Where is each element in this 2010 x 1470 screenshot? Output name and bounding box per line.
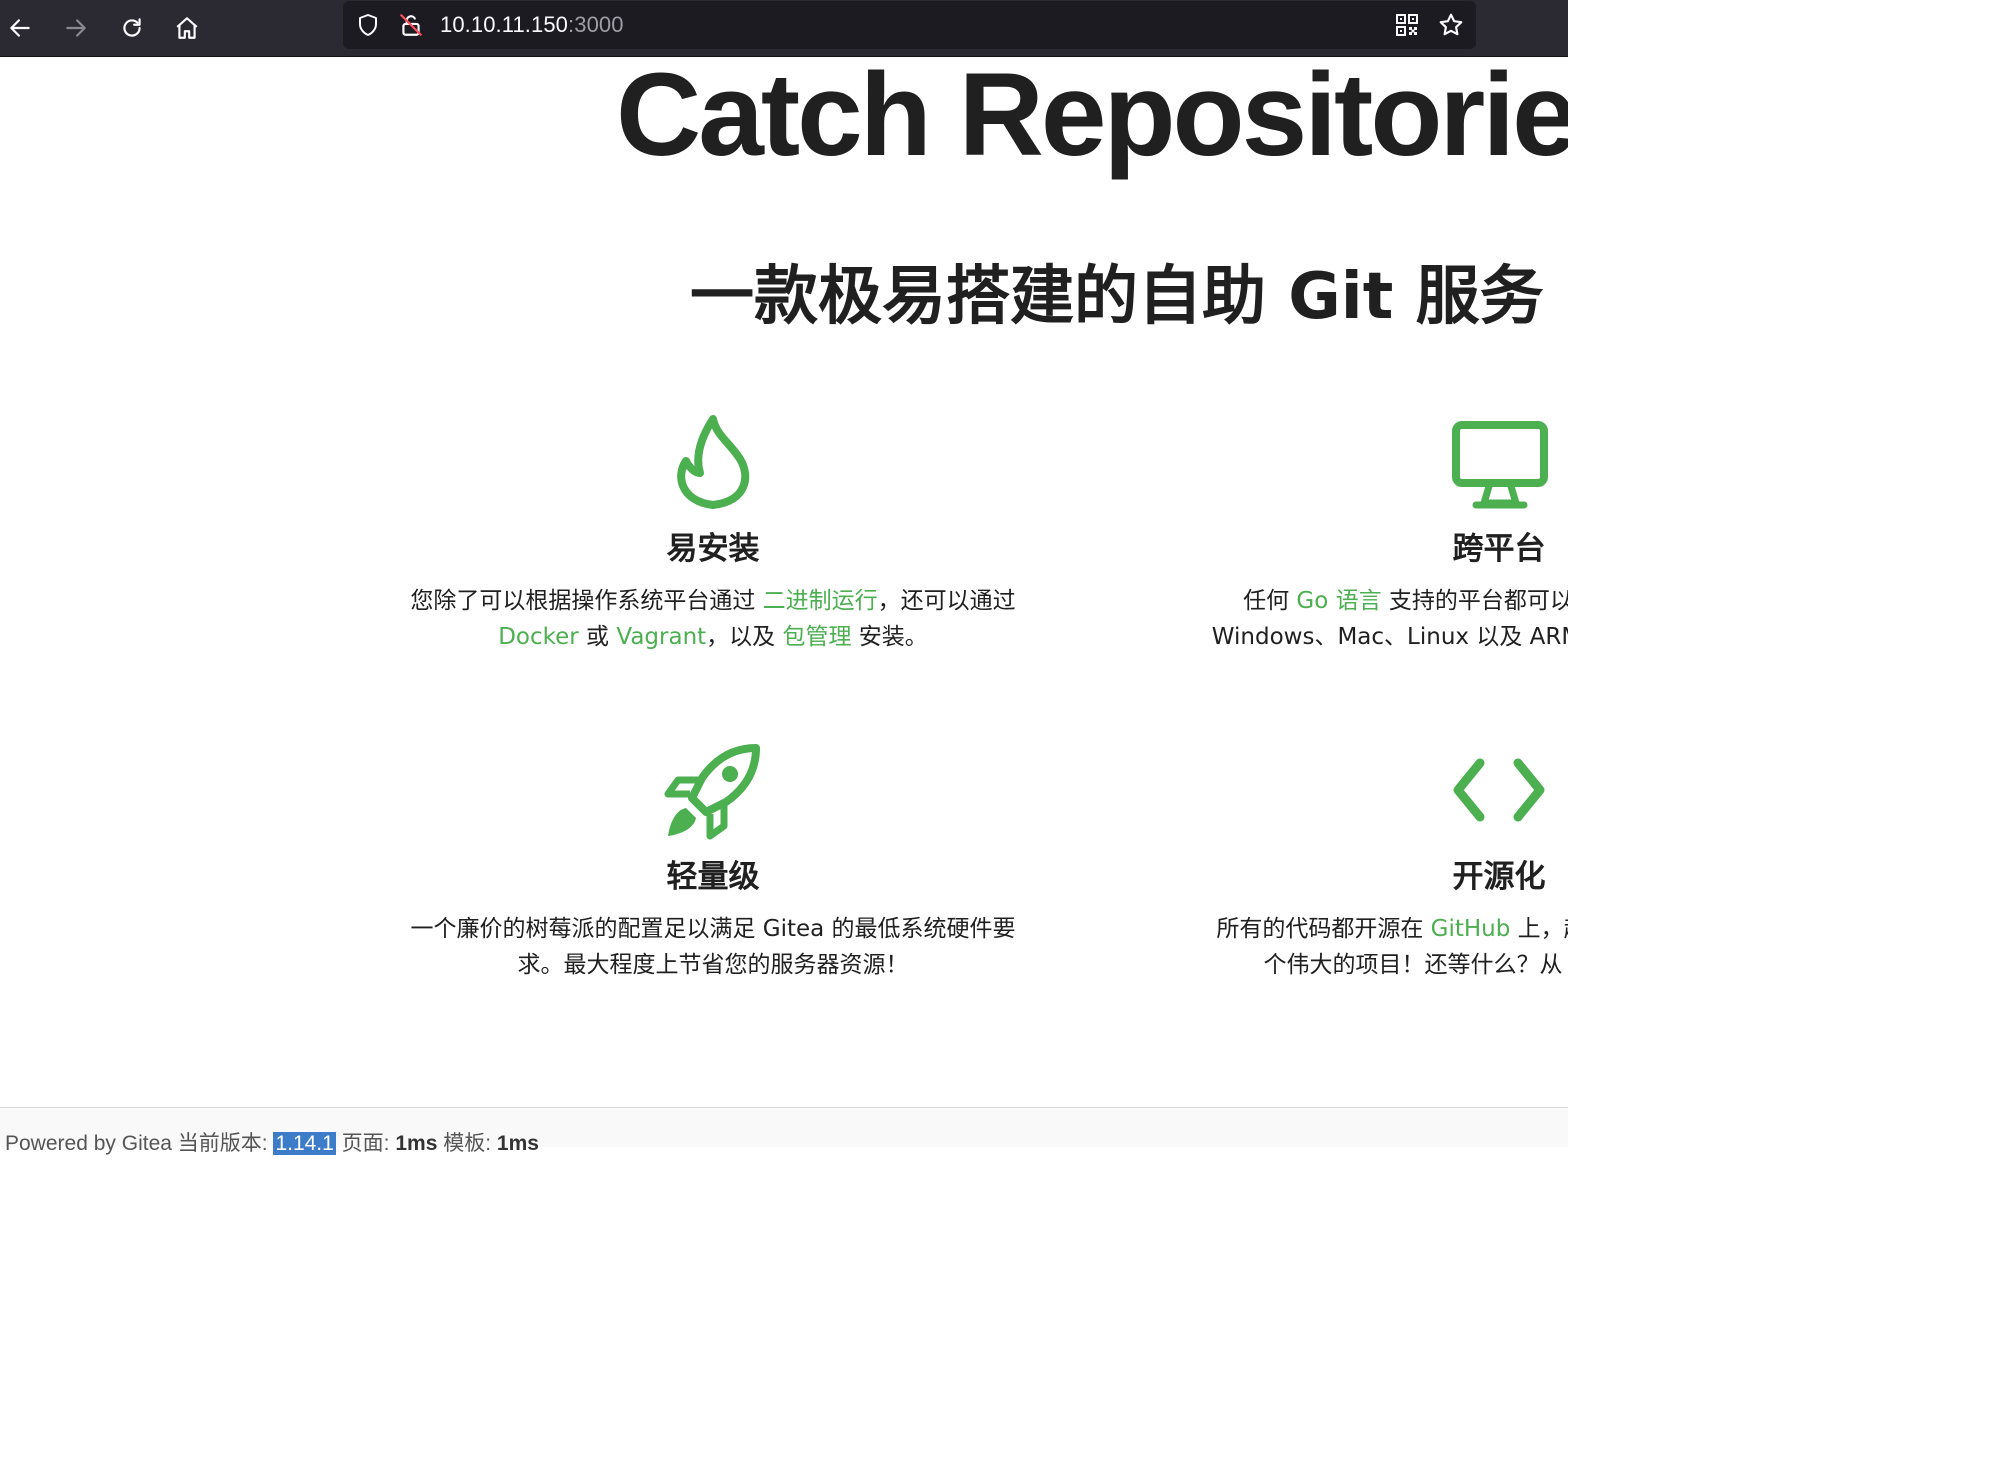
feature-lightweight-line2: 求。最大程度上节省您的服务器资源！ xyxy=(517,952,909,978)
feature-open-source-title: 开源化 xyxy=(1452,859,1546,895)
desc-text: 您除了可以根据操作系统平台通过 xyxy=(410,588,763,614)
version-text: 1.14.1 xyxy=(273,1132,336,1155)
vagrant-link[interactable]: Vagrant xyxy=(616,624,706,650)
feature-install-line2: Docker 或 Vagrant，以及 包管理 安装。 xyxy=(410,619,1015,655)
hero-title: Catch Repositories xyxy=(616,57,1568,181)
desc-text: ，以及 xyxy=(706,624,783,650)
feature-lightweight-desc: 一个廉价的树莓派的配置足以满足 Gitea 的最低系统硬件要 求。最大程度上节省… xyxy=(410,911,1015,983)
feature-cross-platform-line1: 任何 Go 语言 支持的平台都可以 xyxy=(1212,583,1568,619)
docker-link[interactable]: Docker xyxy=(498,624,579,650)
tracking-shield-button[interactable] xyxy=(354,11,382,39)
desc-text: 任何 xyxy=(1243,588,1297,614)
page-footer: Powered by Gitea 当前版本: 1.14.1 页面: 1ms 模板… xyxy=(0,1107,1568,1155)
url-port: :3000 xyxy=(568,12,624,37)
feature-cross-platform-desc: 任何 Go 语言 支持的平台都可以 Windows、Mac、Linux 以及 A… xyxy=(1212,583,1568,655)
feature-cross-platform-title: 跨平台 xyxy=(1452,531,1546,567)
code-brackets-icon xyxy=(1453,758,1545,822)
desc-text: 上，赶快 xyxy=(1517,916,1568,942)
rocket-icon xyxy=(664,744,760,840)
github-link[interactable]: GitHub xyxy=(1431,916,1511,942)
go-language-link[interactable]: Go 语言 xyxy=(1296,588,1381,614)
page-time-label: 页面: xyxy=(335,1132,396,1155)
desc-text: ，还可以通过 xyxy=(877,588,1016,614)
desc-text: 安装。 xyxy=(851,624,928,650)
bookmark-button[interactable] xyxy=(1437,11,1465,39)
binary-link[interactable]: 二进制运行 xyxy=(763,588,878,614)
feature-install-title: 易安装 xyxy=(666,531,760,567)
feature-lightweight-line1: 一个廉价的树莓派的配置足以满足 Gitea 的最低系统硬件要 xyxy=(410,916,1016,942)
address-bar[interactable]: 10.10.11.150:3000 xyxy=(343,1,1476,49)
home-button[interactable] xyxy=(168,9,206,47)
reload-button[interactable] xyxy=(113,9,151,47)
page-time-value: 1ms xyxy=(395,1132,438,1155)
flame-icon xyxy=(677,415,750,509)
feature-install-line1: 您除了可以根据操作系统平台通过 二进制运行，还可以通过 xyxy=(410,583,1015,619)
browser-toolbar: 10.10.11.150:3000 xyxy=(0,0,1568,57)
feature-lightweight-title: 轻量级 xyxy=(666,859,760,895)
connection-security-button[interactable] xyxy=(397,11,425,39)
back-arrow-icon xyxy=(10,19,30,37)
home-icon xyxy=(176,17,198,39)
page-content: Catch Repositories 一款极易搭建的自助 Git 服务 易安装 … xyxy=(0,57,1568,1147)
desc-text: 或 xyxy=(578,624,617,650)
desc-text: 所有的代码都开源在 xyxy=(1216,916,1431,942)
reload-icon xyxy=(123,18,141,37)
desc-text: 支持的平台都可以 xyxy=(1381,588,1568,614)
template-time-label: 模板: xyxy=(437,1132,497,1155)
url-host: 10.10.11.150 xyxy=(440,12,569,37)
qr-code-button[interactable] xyxy=(1393,11,1421,39)
shield-icon xyxy=(359,14,377,36)
feature-install-desc: 您除了可以根据操作系统平台通过 二进制运行，还可以通过 Docker 或 Vag… xyxy=(410,583,1015,655)
feature-open-source-line1: 所有的代码都开源在 GitHub 上，赶快 xyxy=(1216,911,1568,947)
monitor-icon xyxy=(1452,421,1548,509)
feature-open-source-desc: 所有的代码都开源在 GitHub 上，赶快 个伟大的项目！还等什么？从 xyxy=(1216,911,1568,983)
forward-arrow-icon xyxy=(66,19,86,37)
footer-text: Powered by Gitea 当前版本: 1.14.1 页面: 1ms 模板… xyxy=(5,1127,539,1157)
powered-by-text: Powered by Gitea 当前版本: xyxy=(5,1132,274,1155)
package-link[interactable]: 包管理 xyxy=(782,624,851,650)
bookmark-star-icon xyxy=(1439,13,1463,36)
template-time-value: 1ms xyxy=(496,1132,539,1155)
feature-open-source-line2: 个伟大的项目！还等什么？从 xyxy=(1263,952,1563,978)
hero-subtitle: 一款极易搭建的自助 Git 服务 xyxy=(690,260,1544,334)
qr-code-icon xyxy=(1396,14,1418,36)
forward-button[interactable] xyxy=(57,9,95,47)
url-text[interactable]: 10.10.11.150:3000 xyxy=(440,12,624,38)
feature-cross-platform-line2: Windows、Mac、Linux 以及 ARM。 xyxy=(1211,624,1568,650)
back-button[interactable] xyxy=(1,9,39,47)
insecure-lock-icon xyxy=(400,14,422,36)
